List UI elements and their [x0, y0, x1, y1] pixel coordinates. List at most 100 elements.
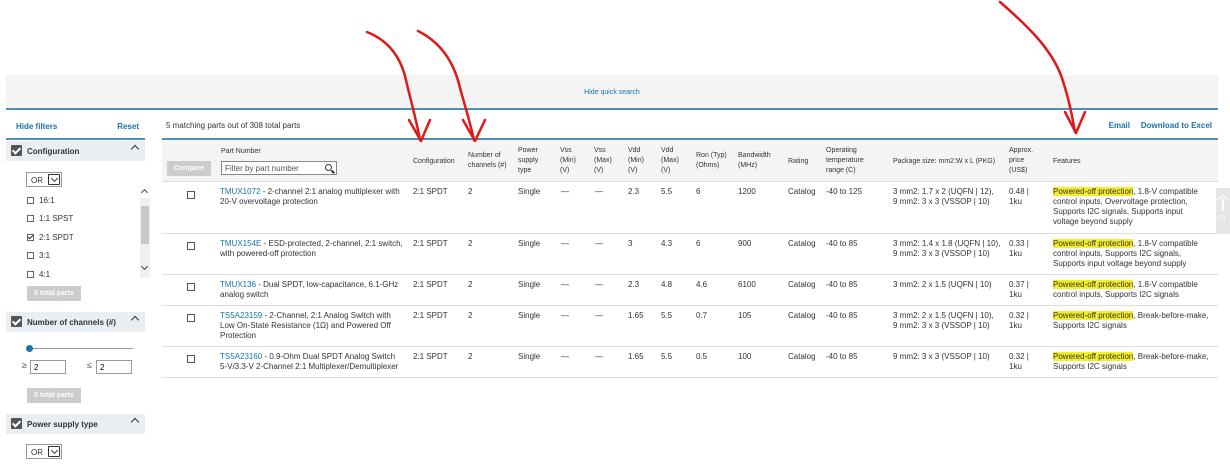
hide-quick-search-link[interactable]: Hide quick search [6, 89, 1218, 96]
ron-value: 6 [696, 187, 701, 196]
ron-value: 6 [696, 239, 701, 248]
col-package[interactable]: Package size: mm2:W x L (PKG) [893, 157, 995, 167]
col-temperature[interactable]: Operating temperature range (C) [826, 146, 864, 176]
col-channels[interactable]: Number of channels (#) [468, 151, 507, 171]
highlighted-feature: Powered-off protection [1053, 239, 1134, 248]
col-price[interactable]: Approx. price (US$) [1009, 146, 1033, 176]
checkbox[interactable] [27, 215, 34, 222]
price-value: 0.33 | 1ku [1009, 239, 1029, 258]
col-supply[interactable]: Power supply type [518, 146, 538, 176]
channels-max-input[interactable] [96, 360, 132, 374]
part-number-link[interactable]: TS5A23160 [220, 352, 262, 361]
bandwidth-value: 105 [738, 311, 752, 320]
scrollbar-thumb[interactable] [141, 206, 149, 244]
package-value: 3 mm2: 2 x 1.5 (UQFN | 10) [893, 280, 992, 289]
part-description: TS5A23159 - 2-Channel, 2:1 Analog Switch… [220, 311, 391, 340]
package-value: 3 mm2: 1.7 x 2 (UQFN | 12), 9 mm2: 3 x 3 … [893, 187, 994, 206]
col-vdd-min[interactable]: Vdd (Min) (V) [628, 146, 644, 176]
filter-enabled-checkbox[interactable] [11, 316, 22, 327]
option-3-1[interactable]: 3:1 [27, 251, 50, 260]
checkbox[interactable] [27, 197, 34, 204]
table-row: TS5A23160 - 0.9-Ohm Dual SPDT Analog Swi… [162, 347, 1218, 378]
channels-slider-handle[interactable] [26, 345, 33, 352]
bandwidth-value: 1200 [738, 187, 756, 196]
chevron-down-icon[interactable] [48, 446, 60, 457]
checkbox[interactable] [27, 252, 34, 259]
filter-enabled-checkbox[interactable] [11, 418, 22, 429]
channels-value: 2 [468, 187, 473, 196]
ron-value: 0.5 [696, 352, 708, 361]
col-configuration[interactable]: Configuration [413, 157, 455, 167]
col-vss-min[interactable]: Vss (Min) (V) [560, 146, 576, 176]
chevron-up-icon[interactable] [130, 417, 140, 427]
col-vdd-max[interactable]: Vdd (Max) (V) [661, 146, 679, 176]
channels-total-parts-button[interactable]: 5 total parts [27, 388, 81, 403]
chevron-up-icon[interactable] [130, 315, 140, 325]
part-number-link[interactable]: TMUX1072 [220, 187, 260, 196]
filters-header: Hide filters Reset [6, 112, 145, 138]
col-features[interactable]: Features [1053, 157, 1081, 167]
part-description: TMUX1072 - 2-channel 2:1 analog multiple… [220, 187, 400, 206]
reset-filters-link[interactable]: Reset [117, 122, 139, 131]
rating-value: Catalog [788, 239, 816, 248]
table-header: Compare Part Number Configuration Number… [162, 140, 1218, 182]
vdd-max-value: 5.5 [661, 352, 673, 361]
compare-checkbox[interactable] [187, 283, 195, 291]
configuration-value: 2:1 SPDT [413, 187, 448, 196]
vss-min-value: — [561, 187, 569, 196]
compare-button[interactable]: Compare [167, 161, 211, 176]
part-description: TMUX136 - Dual SPDT, low-capacitance, 6.… [220, 280, 399, 299]
configuration-value: 2:1 SPDT [413, 311, 448, 320]
channels-min-input[interactable] [30, 360, 66, 374]
filter-channels-header[interactable]: Number of channels (#) [6, 312, 145, 332]
filter-enabled-checkbox[interactable] [11, 145, 22, 156]
option-16-1[interactable]: 16:1 [27, 196, 55, 205]
part-number-filter-input[interactable] [221, 161, 337, 175]
option-1-1-spst[interactable]: 1:1 SPST [27, 214, 73, 223]
features-value: Powered-off protection, 1.8-V compatible… [1053, 187, 1198, 226]
col-part-number[interactable]: Part Number [221, 147, 261, 157]
supply-value: Single [518, 311, 541, 320]
col-rating[interactable]: Rating [788, 157, 808, 167]
configuration-value: 2:1 SPDT [413, 352, 448, 361]
vss-min-value: — [561, 239, 569, 248]
part-number-link[interactable]: TMUX154E [220, 239, 261, 248]
part-number-link[interactable]: TMUX136 [220, 280, 256, 289]
compare-checkbox[interactable] [187, 242, 195, 250]
search-icon[interactable] [325, 164, 332, 171]
configuration-total-parts-button[interactable]: 5 total parts [27, 286, 81, 301]
supply-operator-select[interactable]: OR [26, 444, 62, 459]
back-to-top-button[interactable]: TO [1216, 188, 1230, 234]
checkbox[interactable] [27, 271, 34, 278]
compare-checkbox[interactable] [187, 314, 195, 322]
channels-value: 2 [468, 280, 473, 289]
price-value: 0.48 | 1ku [1009, 187, 1029, 206]
chevron-up-icon[interactable] [130, 144, 140, 154]
configuration-operator-select[interactable]: OR [26, 172, 62, 187]
table-row: TMUX136 - Dual SPDT, low-capacitance, 6.… [162, 275, 1218, 306]
email-link[interactable]: Email [1109, 121, 1130, 130]
part-number-link[interactable]: TS5A23159 [220, 311, 262, 320]
option-2-1-spdt[interactable]: 2:1 SPDT [27, 233, 74, 242]
compare-checkbox[interactable] [187, 355, 195, 363]
filter-configuration-header[interactable]: Configuration [6, 141, 145, 161]
col-bandwidth[interactable]: Bandwidth (MHz) [738, 151, 771, 171]
chevron-down-icon[interactable] [48, 174, 60, 185]
col-ron[interactable]: Ron (Typ) (Ohms) [696, 151, 727, 171]
channels-slider-track[interactable] [30, 348, 133, 349]
filter-title: Power supply type [27, 420, 98, 429]
compare-checkbox[interactable] [187, 191, 195, 199]
checkbox-checked[interactable] [27, 234, 34, 241]
vss-max-value: — [595, 311, 603, 320]
option-4-1[interactable]: 4:1 [27, 270, 50, 279]
highlighted-feature: Powered-off protection [1053, 280, 1134, 289]
vdd-max-value: 4.8 [661, 280, 673, 289]
filter-supply-header[interactable]: Power supply type [6, 414, 145, 434]
scroll-up-icon[interactable] [140, 188, 149, 197]
col-vss-max[interactable]: Vss (Max) (V) [594, 146, 612, 176]
highlighted-feature: Powered-off protection [1053, 311, 1134, 320]
download-excel-link[interactable]: Download to Excel [1141, 121, 1212, 130]
ron-value: 4.6 [696, 280, 708, 289]
vdd-max-value: 5.5 [661, 311, 673, 320]
hide-filters-link[interactable]: Hide filters [16, 122, 57, 131]
